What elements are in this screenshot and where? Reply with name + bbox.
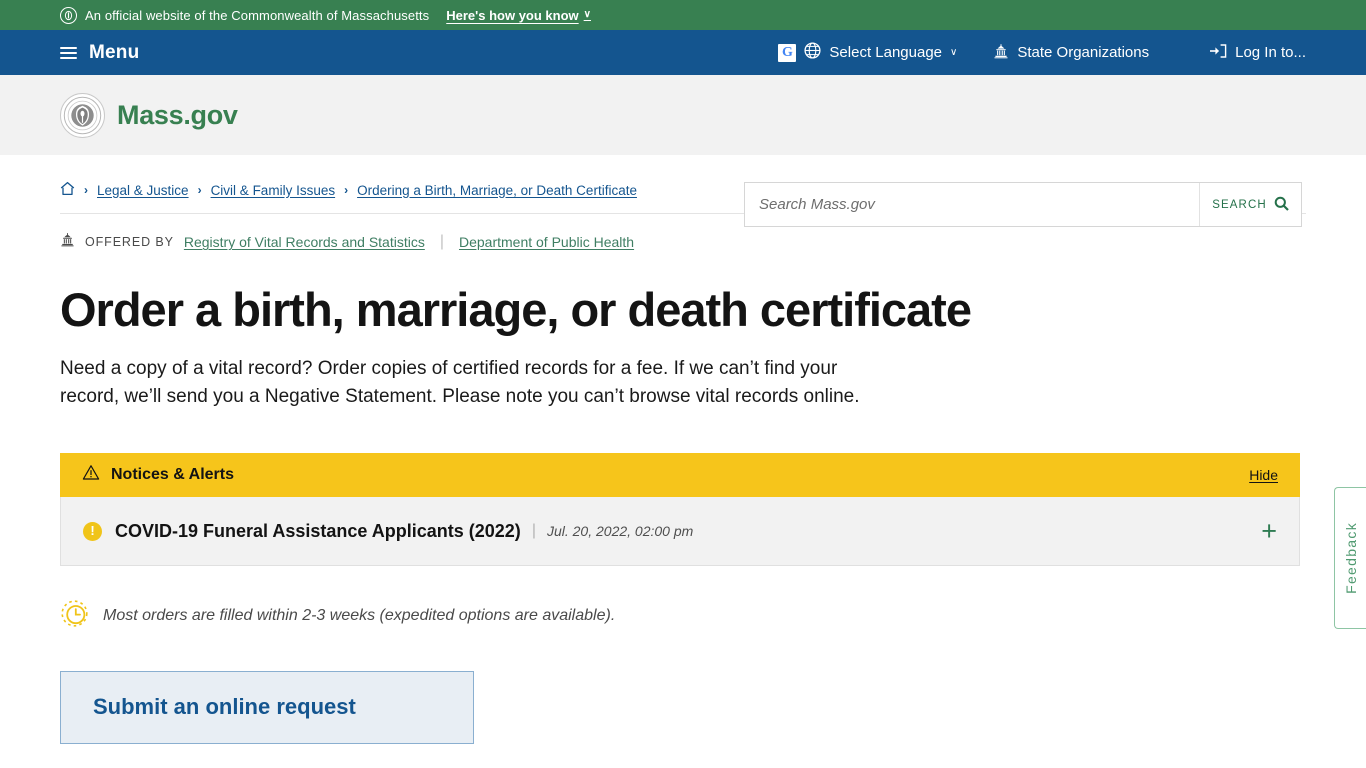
page-title: Order a birth, marriage, or death certif… (60, 283, 972, 336)
google-translate-icon: G (778, 43, 797, 62)
hamburger-icon (60, 46, 77, 59)
breadcrumb-item-legal-justice[interactable]: Legal & Justice (97, 183, 189, 198)
submit-online-request-title: Submit an online request (93, 694, 356, 720)
offered-by-org-registry[interactable]: Registry of Vital Records and Statistics (184, 234, 425, 250)
nav-right-group: G Select Language ∨ State Organizations … (778, 42, 1366, 63)
main-content: › Legal & Justice › Civil & Family Issue… (0, 155, 1366, 744)
menu-button[interactable]: Menu (0, 42, 139, 64)
massgov-home-link[interactable]: Mass.gov (60, 92, 238, 138)
capitol-building-icon (993, 43, 1009, 63)
state-organizations-label: State Organizations (1017, 44, 1150, 61)
feedback-label: Feedback (1342, 522, 1359, 594)
massachusetts-seal-icon (60, 92, 105, 138)
official-website-banner: An official website of the Commonwealth … (0, 0, 1366, 30)
alert-row[interactable]: ! COVID-19 Funeral Assistance Applicants… (60, 497, 1300, 567)
magnifier-icon (1274, 196, 1289, 214)
state-seal-icon (60, 6, 77, 24)
log-in-button[interactable]: Log In to... (1209, 43, 1306, 63)
offered-by-divider: | (439, 233, 444, 250)
alert-circle-icon: ! (83, 521, 102, 541)
primary-navigation: Menu G Select Language ∨ State Organizat… (0, 30, 1366, 75)
log-in-label: Log In to... (1235, 44, 1306, 61)
turnaround-note: Most orders are filled within 2-3 weeks … (60, 599, 1306, 633)
notices-and-alerts: Notices & Alerts Hide ! COVID-19 Funeral… (60, 453, 1300, 567)
offered-by-label: OFFERED BY (85, 235, 174, 249)
warning-triangle-icon (82, 464, 100, 486)
branding-search-band: Mass.gov SEARCH (0, 75, 1366, 227)
alert-divider: | (531, 522, 536, 540)
alert-title: COVID-19 Funeral Assistance Applicants (… (115, 520, 521, 541)
select-language-label: Select Language (829, 44, 943, 61)
home-icon[interactable] (60, 181, 75, 199)
chevron-down-icon: ∨ (583, 9, 591, 20)
search-button-label: SEARCH (1212, 198, 1267, 211)
alert-timestamp: Jul. 20, 2022, 02:00 pm (546, 523, 694, 540)
menu-label: Menu (89, 41, 140, 63)
breadcrumb-item-ordering-certificate[interactable]: Ordering a Birth, Marriage, or Death Cer… (357, 183, 637, 198)
site-search: SEARCH (744, 182, 1302, 227)
breadcrumb-separator: › (197, 183, 202, 197)
login-arrow-icon (1209, 43, 1227, 63)
how-you-know-label: Here's how you know (446, 7, 579, 23)
breadcrumb-separator: › (84, 183, 88, 197)
plus-icon[interactable]: + (1261, 517, 1277, 545)
chevron-down-icon: ∨ (950, 46, 958, 58)
globe-icon (804, 42, 821, 63)
breadcrumb-item-civil-family-issues[interactable]: Civil & Family Issues (211, 183, 336, 198)
offered-by-org-public-health[interactable]: Department of Public Health (459, 234, 634, 250)
capitol-building-icon (60, 232, 75, 252)
search-button[interactable]: SEARCH (1199, 183, 1301, 226)
search-input[interactable] (745, 183, 1199, 226)
brand-name: Mass.gov (117, 99, 238, 130)
turnaround-text: Most orders are filled within 2-3 weeks … (103, 607, 616, 625)
heres-how-you-know-link[interactable]: Here's how you know ∨ (446, 8, 591, 23)
page-description: Need a copy of a vital record? Order cop… (60, 358, 860, 408)
select-language-button[interactable]: G Select Language ∨ (778, 42, 957, 63)
hide-alerts-link[interactable]: Hide (1249, 467, 1278, 483)
breadcrumb-separator: › (344, 183, 349, 197)
alerts-header: Notices & Alerts Hide (60, 453, 1300, 498)
alerts-title: Notices & Alerts (111, 466, 234, 484)
official-banner-text: An official website of the Commonwealth … (85, 7, 430, 23)
submit-online-request-card[interactable]: Submit an online request (60, 671, 474, 744)
feedback-tab[interactable]: Feedback (1334, 487, 1366, 629)
state-organizations-link[interactable]: State Organizations (993, 43, 1149, 63)
clock-icon (60, 599, 89, 633)
